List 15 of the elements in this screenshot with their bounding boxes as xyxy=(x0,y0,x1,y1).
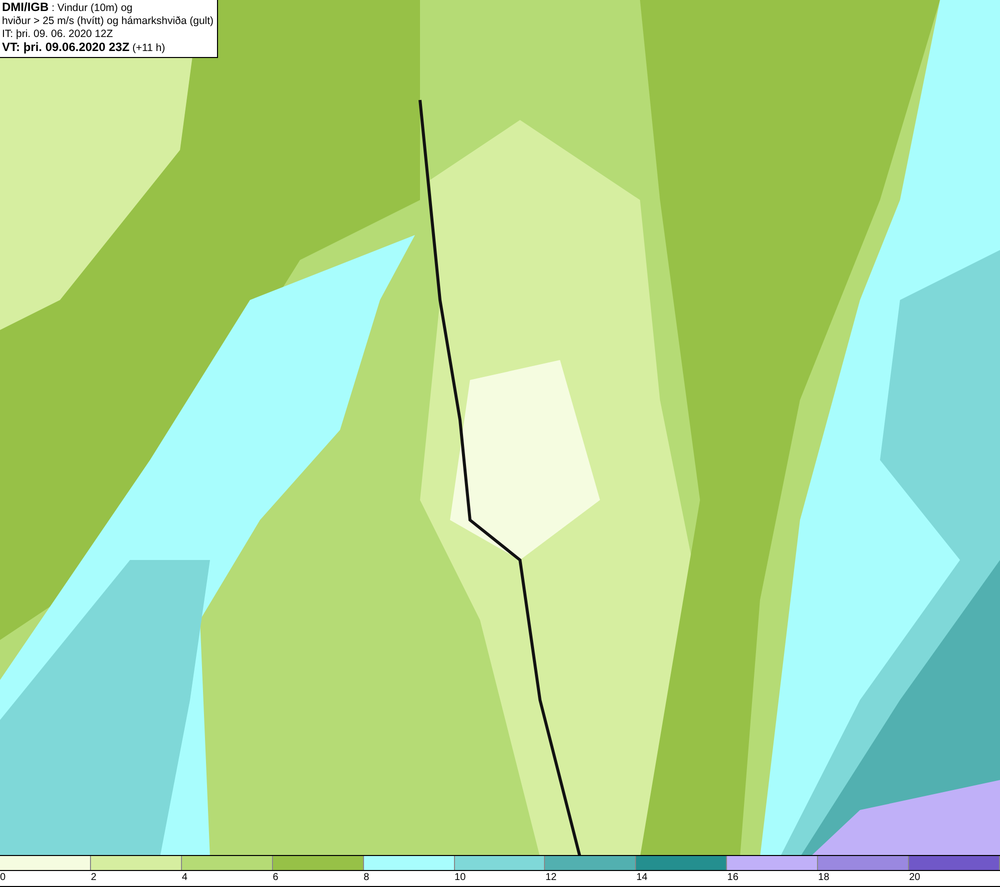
legend-label: 16 xyxy=(727,871,738,886)
legend-label: 12 xyxy=(545,871,557,886)
legend-label: 2 xyxy=(90,871,96,886)
legend-label: 14 xyxy=(636,871,648,886)
legend-label: 18 xyxy=(818,871,830,886)
legend-label: 6 xyxy=(272,871,278,886)
legend-label: 4 xyxy=(182,871,188,886)
info-text: DMI/IGB : Vindur (10m) og xyxy=(2,1,134,15)
legend-label: 20 xyxy=(909,871,920,886)
info-text: VT: þri. 09.06.2020 23Z (+11 h) xyxy=(2,41,166,55)
legend-label: 8 xyxy=(364,871,370,886)
info-text: IT: þri. 09. 06. 2020 12Z xyxy=(2,28,114,41)
info-text: hviður > 25 m/s (hvítt) og hámarkshviða (gult) xyxy=(2,15,214,28)
legend-label: 0 xyxy=(0,871,6,886)
legend-label: 10 xyxy=(454,871,466,886)
